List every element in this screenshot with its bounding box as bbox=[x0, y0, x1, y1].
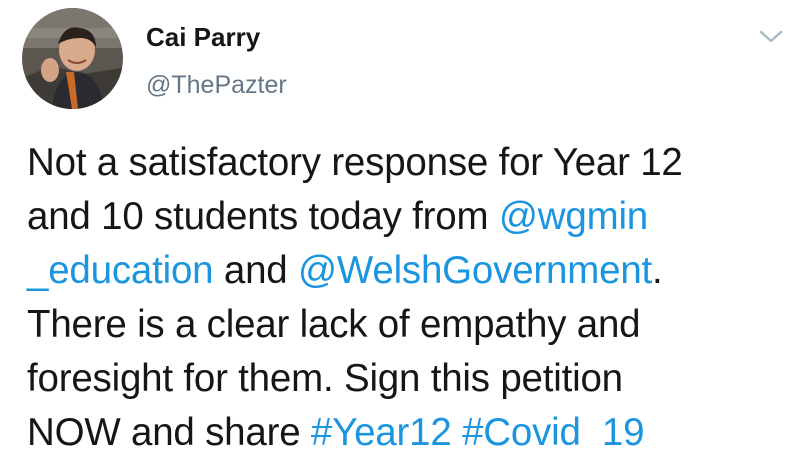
tweet-text-segment: There is a clear lack of empathy and bbox=[27, 303, 641, 346]
tweet-text-line: Not a satisfactory response for Year 12 bbox=[27, 136, 787, 190]
avatar-photo bbox=[22, 8, 123, 109]
tweet-card: Cai Parry @ThePazter Not a satisfactory … bbox=[0, 0, 800, 450]
tweet-text-line: and 10 students today from @wgmin bbox=[27, 190, 787, 244]
user-handle[interactable]: @ThePazter bbox=[146, 69, 287, 101]
mention-link[interactable]: @WelshGovernment bbox=[298, 249, 652, 292]
tweet-text-line: There is a clear lack of empathy and bbox=[27, 298, 787, 352]
chevron-down-icon[interactable] bbox=[758, 27, 784, 47]
mention-link[interactable]: _education bbox=[27, 249, 214, 292]
tweet-text-line: NOW and share #Year12 #Covid_19 bbox=[27, 406, 787, 450]
tweet-text-segment: foresight for them. Sign this petition bbox=[27, 357, 623, 400]
tweet-text-segment: NOW and share bbox=[27, 411, 311, 450]
tweet-text-segment: and bbox=[213, 249, 299, 292]
hashtag-link[interactable]: #Year12 bbox=[311, 411, 452, 450]
tweet-text-line: foresight for them. Sign this petition bbox=[27, 352, 787, 406]
tweet-text-segment bbox=[452, 411, 463, 450]
avatar[interactable] bbox=[22, 8, 123, 109]
tweet-text-line: _education and @WelshGovernment. bbox=[27, 244, 787, 298]
tweet-text-segment: and 10 students today from bbox=[27, 195, 499, 238]
mention-link[interactable]: @wgmin bbox=[499, 195, 648, 238]
display-name[interactable]: Cai Parry bbox=[146, 21, 260, 53]
tweet-text: Not a satisfactory response for Year 12 a… bbox=[27, 136, 787, 450]
tweet-text-segment: Not a satisfactory response for Year 12 bbox=[27, 141, 683, 184]
hashtag-link[interactable]: #Covid_19 bbox=[462, 411, 644, 450]
tweet-text-segment: . bbox=[652, 249, 663, 292]
